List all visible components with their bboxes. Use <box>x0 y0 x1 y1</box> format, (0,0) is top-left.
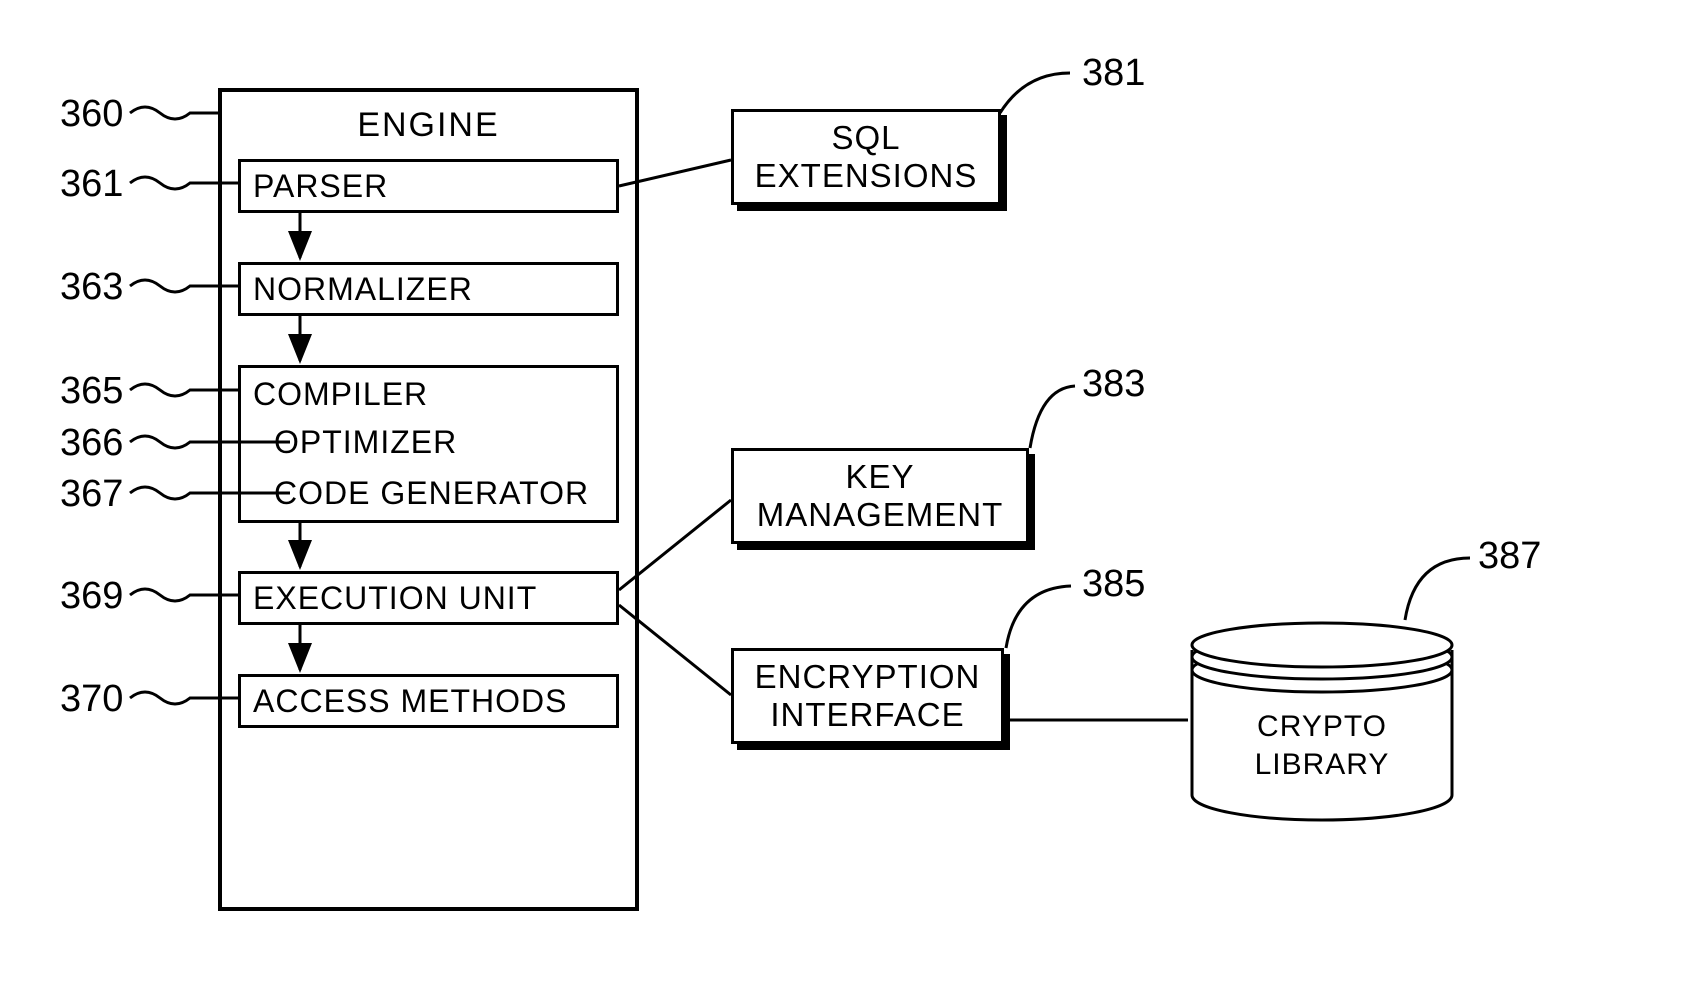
crypto-label-1: CRYPTO <box>1182 710 1462 744</box>
execution-unit-box: EXECUTION UNIT <box>238 571 619 625</box>
encryption-interface-box: ENCRYPTION INTERFACE <box>731 648 1004 744</box>
parser-box: PARSER <box>238 159 619 213</box>
sql-line2: EXTENSIONS <box>734 157 998 195</box>
ref-383: 383 <box>1082 363 1145 406</box>
optimizer-label: OPTIMIZER <box>274 424 457 461</box>
ref-381: 381 <box>1082 52 1145 95</box>
ref-366: 366 <box>60 422 123 465</box>
key-line1: KEY <box>734 458 1026 496</box>
ref-387: 387 <box>1478 535 1541 578</box>
enc-line2: INTERFACE <box>734 696 1001 734</box>
ref-363: 363 <box>60 266 123 309</box>
ref-369: 369 <box>60 575 123 618</box>
ref-360: 360 <box>60 93 123 136</box>
sql-line1: SQL <box>734 119 998 157</box>
key-line2: MANAGEMENT <box>734 496 1026 534</box>
crypto-label-2: LIBRARY <box>1182 748 1462 782</box>
engine-title: ENGINE <box>222 106 635 145</box>
ref-385: 385 <box>1082 563 1145 606</box>
ref-370: 370 <box>60 678 123 721</box>
key-management-box: KEY MANAGEMENT <box>731 448 1029 544</box>
normalizer-box: NORMALIZER <box>238 262 619 316</box>
ref-361: 361 <box>60 163 123 206</box>
sql-extensions-box: SQL EXTENSIONS <box>731 109 1001 205</box>
access-methods-box: ACCESS METHODS <box>238 674 619 728</box>
codegen-label: CODE GENERATOR <box>274 475 589 512</box>
enc-line1: ENCRYPTION <box>734 658 1001 696</box>
compiler-label: COMPILER <box>253 376 428 413</box>
ref-365: 365 <box>60 370 123 413</box>
ref-367: 367 <box>60 473 123 516</box>
